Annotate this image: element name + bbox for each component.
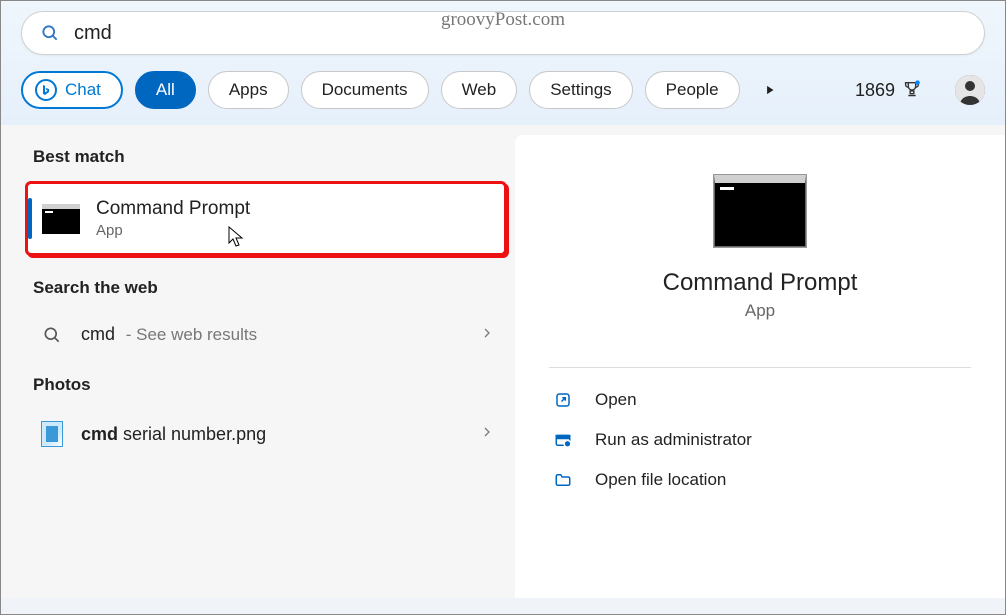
rewards-trophy-icon <box>901 79 923 101</box>
photo-result-bold: cmd <box>81 424 118 444</box>
search-web-label: Search the web <box>33 278 507 298</box>
best-match-result[interactable]: Command Prompt App <box>25 181 507 256</box>
top-bar: Chat All Apps Documents Web Settings Peo… <box>1 1 1005 125</box>
action-open-location[interactable]: Open file location <box>551 460 969 500</box>
details-subtitle: App <box>745 301 775 321</box>
rewards-points: 1869 <box>855 80 895 101</box>
filter-chip-all[interactable]: All <box>135 71 196 109</box>
action-run-admin[interactable]: Run as administrator <box>551 420 969 460</box>
results-panel: Best match Command Prompt App Search the… <box>1 125 511 598</box>
best-match-label: Best match <box>33 147 507 167</box>
best-match-title: Command Prompt <box>96 198 250 220</box>
filter-chip-web[interactable]: Web <box>441 71 518 109</box>
filter-chip-settings[interactable]: Settings <box>529 71 632 109</box>
details-title: Command Prompt <box>663 269 858 297</box>
search-box[interactable] <box>21 11 985 55</box>
actions-list: Open Run as administrator Open file loca… <box>515 368 1005 500</box>
photo-result-text: cmd serial number.png <box>81 424 266 445</box>
open-external-icon <box>551 391 575 409</box>
action-label: Run as administrator <box>595 430 752 450</box>
filter-chip-label: Apps <box>229 80 268 100</box>
chat-chip[interactable]: Chat <box>21 71 123 109</box>
image-file-icon <box>39 421 65 447</box>
filter-chip-label: Web <box>462 80 497 100</box>
command-prompt-icon <box>714 175 806 247</box>
filter-chip-documents[interactable]: Documents <box>301 71 429 109</box>
content-area: Best match Command Prompt App Search the… <box>1 125 1005 598</box>
action-open[interactable]: Open <box>551 380 969 420</box>
chevron-right-icon <box>481 326 493 344</box>
action-label: Open <box>595 390 637 410</box>
web-result-term: cmd <box>81 324 115 344</box>
bing-icon <box>35 79 57 101</box>
filter-chip-label: Documents <box>322 80 408 100</box>
more-filters-arrow-icon[interactable] <box>756 76 784 104</box>
search-icon <box>39 325 65 345</box>
web-result-item[interactable]: cmd - See web results <box>25 312 507 357</box>
search-icon <box>40 23 60 43</box>
rewards-counter[interactable]: 1869 <box>855 79 923 101</box>
search-input[interactable] <box>74 22 966 45</box>
photo-result-rest: serial number.png <box>118 424 266 444</box>
photo-result-item[interactable]: cmd serial number.png <box>25 409 507 459</box>
web-result-text: cmd - See web results <box>81 324 257 345</box>
shield-admin-icon <box>551 431 575 449</box>
filter-chip-label: All <box>156 80 175 100</box>
filter-chip-label: Settings <box>550 80 611 100</box>
command-prompt-icon <box>42 204 80 234</box>
photos-label: Photos <box>33 375 507 395</box>
filter-row: Chat All Apps Documents Web Settings Peo… <box>1 55 1005 109</box>
chat-chip-label: Chat <box>65 80 101 100</box>
filter-chip-people[interactable]: People <box>645 71 740 109</box>
details-panel: Command Prompt App Open Run as administr… <box>515 135 1005 598</box>
web-result-hint: See web results <box>136 325 257 344</box>
user-avatar[interactable] <box>955 75 985 105</box>
chevron-right-icon <box>481 425 493 443</box>
filter-chip-apps[interactable]: Apps <box>208 71 289 109</box>
action-label: Open file location <box>595 470 726 490</box>
folder-icon <box>551 471 575 489</box>
search-row <box>1 11 1005 55</box>
filter-chip-label: People <box>666 80 719 100</box>
mouse-cursor-icon <box>228 226 244 248</box>
